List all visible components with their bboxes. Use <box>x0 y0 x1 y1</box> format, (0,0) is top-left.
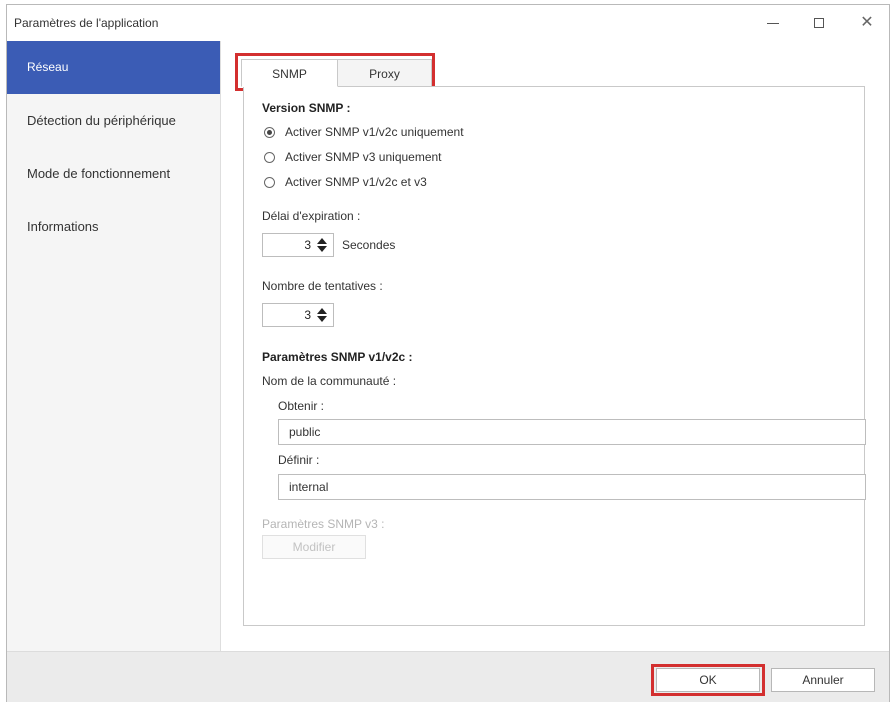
timeout-stepper[interactable]: 3 <box>262 233 334 257</box>
sidebar-item-informations[interactable]: Informations <box>7 200 220 253</box>
window-title: Paramètres de l'application <box>14 16 159 30</box>
retries-value: 3 <box>304 308 311 322</box>
sidebar-item-reseau[interactable]: Réseau <box>7 41 220 94</box>
sidebar-item-mode[interactable]: Mode de fonctionnement <box>7 147 220 200</box>
timeout-unit: Secondes <box>342 238 396 252</box>
sidebar: Réseau Détection du périphérique Mode de… <box>7 41 221 651</box>
close-button[interactable]: ✕ <box>847 11 887 35</box>
retries-label: Nombre de tentatives : <box>262 279 383 293</box>
app-settings-window: Paramètres de l'application ✕ Réseau Dét… <box>6 4 890 702</box>
radio-button[interactable] <box>264 176 275 188</box>
set-label: Définir : <box>278 453 320 467</box>
radio-snmp-v3[interactable]: Activer SNMP v3 uniquement <box>264 150 442 164</box>
sidebar-item-detection[interactable]: Détection du périphérique <box>7 94 220 147</box>
snmp-panel: Version SNMP : Activer SNMP v1/v2c uniqu… <box>243 86 866 626</box>
modify-button: Modifier <box>262 535 366 559</box>
retries-stepper[interactable]: 3 <box>262 303 334 327</box>
radio-button[interactable] <box>264 151 275 163</box>
get-community-field[interactable]: public <box>278 419 866 445</box>
spinner-arrows-icon[interactable] <box>317 307 327 323</box>
maximize-icon <box>814 18 824 28</box>
v3-section-title: Paramètres SNMP v3 : <box>262 517 385 531</box>
radio-label: Activer SNMP v3 uniquement <box>285 150 442 164</box>
community-label: Nom de la communauté : <box>262 374 397 388</box>
tab-snmp[interactable]: SNMP <box>241 59 338 87</box>
radio-label: Activer SNMP v1/v2c et v3 <box>285 175 427 189</box>
timeout-value: 3 <box>304 238 311 252</box>
maximize-button[interactable] <box>799 11 839 35</box>
close-icon: ✕ <box>860 14 874 31</box>
title-bar: Paramètres de l'application ✕ <box>7 5 889 42</box>
ok-highlight <box>651 664 765 696</box>
main-content: SNMP Proxy Version SNMP : Activer SNMP v… <box>221 41 889 651</box>
radio-snmp-v1v2c[interactable]: Activer SNMP v1/v2c uniquement <box>264 125 464 139</box>
radio-button-checked[interactable] <box>264 126 275 138</box>
get-label: Obtenir : <box>278 399 325 413</box>
radio-snmp-both[interactable]: Activer SNMP v1/v2c et v3 <box>264 175 427 189</box>
minimize-icon <box>767 22 779 24</box>
timeout-label: Délai d'expiration : <box>262 209 361 223</box>
cancel-button[interactable]: Annuler <box>771 668 875 692</box>
radio-label: Activer SNMP v1/v2c uniquement <box>285 125 464 139</box>
footer-bar: OK Annuler <box>7 651 889 702</box>
set-community-field[interactable]: internal <box>278 474 866 500</box>
minimize-button[interactable] <box>753 11 793 35</box>
v1v2c-section-title: Paramètres SNMP v1/v2c : <box>262 350 413 364</box>
spinner-arrows-icon[interactable] <box>317 237 327 253</box>
snmp-version-label: Version SNMP : <box>262 101 351 115</box>
